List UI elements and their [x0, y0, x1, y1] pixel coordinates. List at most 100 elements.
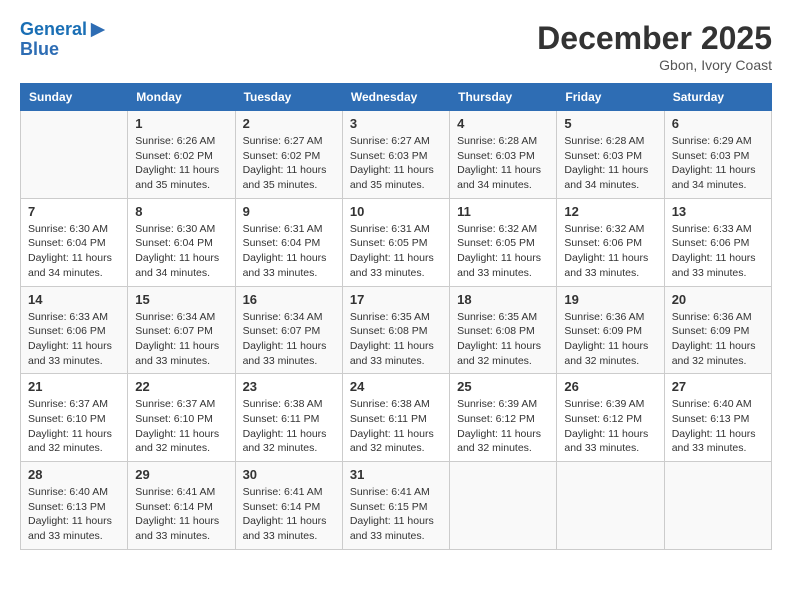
calendar-day-cell [21, 111, 128, 199]
day-detail: Sunrise: 6:33 AM Sunset: 6:06 PM Dayligh… [672, 222, 764, 281]
calendar-day-cell: 21Sunrise: 6:37 AM Sunset: 6:10 PM Dayli… [21, 374, 128, 462]
day-number: 19 [564, 292, 656, 307]
day-detail: Sunrise: 6:32 AM Sunset: 6:05 PM Dayligh… [457, 222, 549, 281]
calendar-day-cell: 2 Sunrise: 6:27 AM Sunset: 6:02 PM Daylig… [235, 111, 342, 199]
day-number: 18 [457, 292, 549, 307]
day-detail: Sunrise: 6:41 AM Sunset: 6:15 PM Dayligh… [350, 485, 442, 544]
day-number: 17 [350, 292, 442, 307]
calendar-day-cell: 30Sunrise: 6:41 AM Sunset: 6:14 PM Dayli… [235, 462, 342, 550]
calendar-day-cell: 10Sunrise: 6:31 AM Sunset: 6:05 PM Dayli… [342, 198, 449, 286]
weekday-header-cell: Friday [557, 84, 664, 111]
day-detail: Sunrise: 6:31 AM Sunset: 6:05 PM Dayligh… [350, 222, 442, 281]
day-detail: Sunrise: 6:41 AM Sunset: 6:14 PM Dayligh… [135, 485, 227, 544]
day-number: 27 [672, 379, 764, 394]
day-detail: Sunrise: 6:41 AM Sunset: 6:14 PM Dayligh… [243, 485, 335, 544]
calendar-day-cell: 23 Sunrise: 6:38 AM Sunset: 6:11 PM Dayli… [235, 374, 342, 462]
day-detail: Sunrise: 6:28 AM Sunset: 6:03 PM Dayligh… [457, 134, 549, 193]
day-number: 20 [672, 292, 764, 307]
weekday-header-cell: Sunday [21, 84, 128, 111]
month-title: December 2025 [537, 20, 772, 57]
day-detail: Sunrise: 6:39 AM Sunset: 6:12 PM Dayligh… [564, 397, 656, 456]
day-number: 29 [135, 467, 227, 482]
calendar-day-cell: 4 Sunrise: 6:28 AM Sunset: 6:03 PM Daylig… [450, 111, 557, 199]
day-detail: Sunrise: 6:34 AM Sunset: 6:07 PM Dayligh… [243, 310, 335, 369]
calendar-day-cell: 7Sunrise: 6:30 AM Sunset: 6:04 PM Daylig… [21, 198, 128, 286]
day-number: 3 [350, 116, 442, 131]
day-detail: Sunrise: 6:31 AM Sunset: 6:04 PM Dayligh… [243, 222, 335, 281]
weekday-header-cell: Wednesday [342, 84, 449, 111]
location: Gbon, Ivory Coast [537, 57, 772, 73]
calendar-day-cell: 25Sunrise: 6:39 AM Sunset: 6:12 PM Dayli… [450, 374, 557, 462]
day-detail: Sunrise: 6:34 AM Sunset: 6:07 PM Dayligh… [135, 310, 227, 369]
day-detail: Sunrise: 6:38 AM Sunset: 6:11 PM Dayligh… [243, 397, 335, 456]
day-detail: Sunrise: 6:30 AM Sunset: 6:04 PM Dayligh… [135, 222, 227, 281]
calendar-week-row: 21Sunrise: 6:37 AM Sunset: 6:10 PM Dayli… [21, 374, 772, 462]
calendar-week-row: 28Sunrise: 6:40 AM Sunset: 6:13 PM Dayli… [21, 462, 772, 550]
weekday-header-row: SundayMondayTuesdayWednesdayThursdayFrid… [21, 84, 772, 111]
day-number: 14 [28, 292, 120, 307]
day-detail: Sunrise: 6:28 AM Sunset: 6:03 PM Dayligh… [564, 134, 656, 193]
calendar-day-cell [664, 462, 771, 550]
calendar-day-cell: 31 Sunrise: 6:41 AM Sunset: 6:15 PM Dayli… [342, 462, 449, 550]
day-detail: Sunrise: 6:37 AM Sunset: 6:10 PM Dayligh… [28, 397, 120, 456]
day-detail: Sunrise: 6:33 AM Sunset: 6:06 PM Dayligh… [28, 310, 120, 369]
calendar-day-cell: 20Sunrise: 6:36 AM Sunset: 6:09 PM Dayli… [664, 286, 771, 374]
day-detail: Sunrise: 6:35 AM Sunset: 6:08 PM Dayligh… [457, 310, 549, 369]
calendar-day-cell: 26 Sunrise: 6:39 AM Sunset: 6:12 PM Dayli… [557, 374, 664, 462]
day-number: 9 [243, 204, 335, 219]
weekday-header-cell: Tuesday [235, 84, 342, 111]
day-detail: Sunrise: 6:26 AM Sunset: 6:02 PM Dayligh… [135, 134, 227, 193]
day-number: 13 [672, 204, 764, 219]
logo-general: General [20, 19, 87, 39]
day-number: 15 [135, 292, 227, 307]
day-number: 12 [564, 204, 656, 219]
day-detail: Sunrise: 6:40 AM Sunset: 6:13 PM Dayligh… [672, 397, 764, 456]
calendar-day-cell: 6Sunrise: 6:29 AM Sunset: 6:03 PM Daylig… [664, 111, 771, 199]
day-detail: Sunrise: 6:35 AM Sunset: 6:08 PM Dayligh… [350, 310, 442, 369]
calendar-day-cell: 17 Sunrise: 6:35 AM Sunset: 6:08 PM Dayli… [342, 286, 449, 374]
logo-blue: Blue [20, 39, 59, 59]
weekday-header-cell: Thursday [450, 84, 557, 111]
day-detail: Sunrise: 6:39 AM Sunset: 6:12 PM Dayligh… [457, 397, 549, 456]
day-number: 5 [564, 116, 656, 131]
calendar-day-cell: 15 Sunrise: 6:34 AM Sunset: 6:07 PM Dayli… [128, 286, 235, 374]
day-number: 22 [135, 379, 227, 394]
calendar-day-cell: 16Sunrise: 6:34 AM Sunset: 6:07 PM Dayli… [235, 286, 342, 374]
calendar-day-cell: 8Sunrise: 6:30 AM Sunset: 6:04 PM Daylig… [128, 198, 235, 286]
calendar-day-cell: 28Sunrise: 6:40 AM Sunset: 6:13 PM Dayli… [21, 462, 128, 550]
weekday-header-cell: Monday [128, 84, 235, 111]
calendar-body: 1 Sunrise: 6:26 AM Sunset: 6:02 PM Daylig… [21, 111, 772, 550]
day-number: 4 [457, 116, 549, 131]
logo-icon [89, 21, 107, 39]
calendar-day-cell: 19 Sunrise: 6:36 AM Sunset: 6:09 PM Dayli… [557, 286, 664, 374]
calendar-day-cell: 5 Sunrise: 6:28 AM Sunset: 6:03 PM Daylig… [557, 111, 664, 199]
day-number: 31 [350, 467, 442, 482]
day-number: 2 [243, 116, 335, 131]
page-header: General Blue December 2025 Gbon, Ivory C… [20, 20, 772, 73]
calendar-day-cell: 18 Sunrise: 6:35 AM Sunset: 6:08 PM Dayli… [450, 286, 557, 374]
title-block: December 2025 Gbon, Ivory Coast [537, 20, 772, 73]
calendar-table: SundayMondayTuesdayWednesdayThursdayFrid… [20, 83, 772, 550]
day-number: 28 [28, 467, 120, 482]
day-number: 6 [672, 116, 764, 131]
calendar-week-row: 14 Sunrise: 6:33 AM Sunset: 6:06 PM Dayli… [21, 286, 772, 374]
calendar-day-cell: 14 Sunrise: 6:33 AM Sunset: 6:06 PM Dayli… [21, 286, 128, 374]
day-number: 26 [564, 379, 656, 394]
calendar-day-cell: 29 Sunrise: 6:41 AM Sunset: 6:14 PM Dayli… [128, 462, 235, 550]
logo-text: General Blue [20, 20, 107, 60]
day-detail: Sunrise: 6:27 AM Sunset: 6:02 PM Dayligh… [243, 134, 335, 193]
day-number: 1 [135, 116, 227, 131]
day-detail: Sunrise: 6:32 AM Sunset: 6:06 PM Dayligh… [564, 222, 656, 281]
calendar-week-row: 7Sunrise: 6:30 AM Sunset: 6:04 PM Daylig… [21, 198, 772, 286]
calendar-day-cell: 12 Sunrise: 6:32 AM Sunset: 6:06 PM Dayli… [557, 198, 664, 286]
day-detail: Sunrise: 6:30 AM Sunset: 6:04 PM Dayligh… [28, 222, 120, 281]
day-number: 24 [350, 379, 442, 394]
calendar-day-cell [450, 462, 557, 550]
calendar-day-cell: 27 Sunrise: 6:40 AM Sunset: 6:13 PM Dayli… [664, 374, 771, 462]
day-detail: Sunrise: 6:36 AM Sunset: 6:09 PM Dayligh… [564, 310, 656, 369]
calendar-day-cell [557, 462, 664, 550]
logo: General Blue [20, 20, 107, 60]
calendar-day-cell: 24Sunrise: 6:38 AM Sunset: 6:11 PM Dayli… [342, 374, 449, 462]
calendar-week-row: 1 Sunrise: 6:26 AM Sunset: 6:02 PM Daylig… [21, 111, 772, 199]
day-number: 23 [243, 379, 335, 394]
